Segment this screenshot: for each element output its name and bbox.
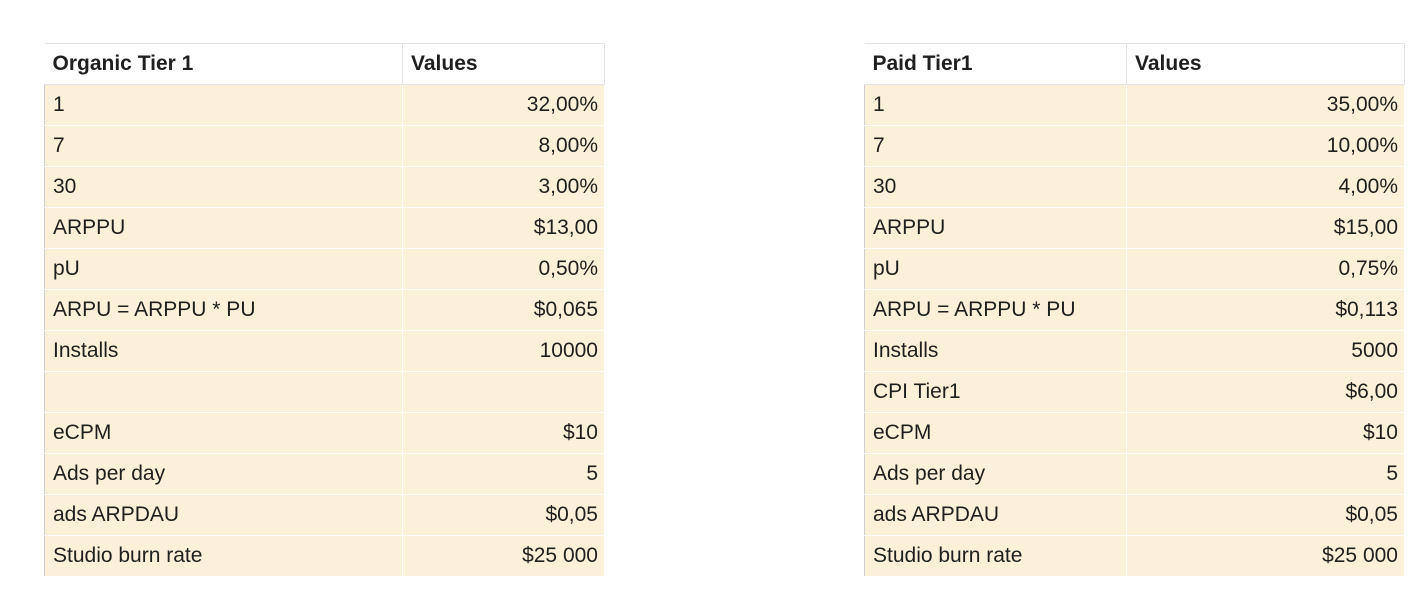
header-cell-label[interactable]: Paid Tier1 (864, 43, 1127, 85)
cell-label[interactable]: CPI Tier1 (864, 371, 1127, 413)
cell-label[interactable]: eCPM (864, 412, 1127, 454)
cell-label[interactable]: pU (864, 248, 1127, 290)
cell-value[interactable]: 0,75% (1126, 248, 1405, 290)
header-cell-values[interactable]: Values (1126, 43, 1405, 85)
table-row: ARPU = ARPPU * PU $0,113 (864, 289, 1405, 331)
cell-label[interactable]: 30 (44, 166, 403, 208)
cell-label[interactable] (44, 371, 403, 413)
cell-value[interactable]: $6,00 (1126, 371, 1405, 413)
cell-label[interactable]: Studio burn rate (44, 535, 403, 577)
table-row: pU 0,75% (864, 248, 1405, 290)
table-row: Installs 10000 (44, 330, 605, 372)
cell-label[interactable]: ARPPU (864, 207, 1127, 249)
table-row: Studio burn rate $25 000 (44, 535, 605, 577)
table-row: ads ARPDAU $0,05 (44, 494, 605, 536)
cell-label[interactable]: ads ARPDAU (864, 494, 1127, 536)
table-row: Ads per day 5 (44, 453, 605, 495)
cell-label[interactable]: 1 (44, 84, 403, 126)
cell-value[interactable]: 0,50% (402, 248, 605, 290)
table-header-row: Organic Tier 1 Values (44, 43, 605, 85)
cell-value[interactable] (402, 371, 605, 413)
cell-value[interactable]: $0,065 (402, 289, 605, 331)
table-row: 7 8,00% (44, 125, 605, 167)
cell-label[interactable]: 7 (44, 125, 403, 167)
cell-value[interactable]: 35,00% (1126, 84, 1405, 126)
table-row: ARPPU $15,00 (864, 207, 1405, 249)
cell-value[interactable]: $10 (402, 412, 605, 454)
cell-value[interactable]: $0,05 (402, 494, 605, 536)
cell-label[interactable]: Studio burn rate (864, 535, 1127, 577)
cell-value[interactable]: $15,00 (1126, 207, 1405, 249)
table-row: 7 10,00% (864, 125, 1405, 167)
table-row: 30 4,00% (864, 166, 1405, 208)
cell-label[interactable]: ads ARPDAU (44, 494, 403, 536)
cell-label[interactable]: pU (44, 248, 403, 290)
cell-label[interactable]: ARPU = ARPPU * PU (44, 289, 403, 331)
cell-value[interactable]: $0,113 (1126, 289, 1405, 331)
table-row: 1 32,00% (44, 84, 605, 126)
organic-tier-table: Organic Tier 1 Values 1 32,00% 7 8,00% 3… (44, 43, 605, 577)
cell-label[interactable]: Ads per day (864, 453, 1127, 495)
table-header-row: Paid Tier1 Values (864, 43, 1405, 85)
cell-value[interactable]: 4,00% (1126, 166, 1405, 208)
cell-label[interactable]: 1 (864, 84, 1127, 126)
table-row: eCPM $10 (44, 412, 605, 454)
cell-value[interactable]: $13,00 (402, 207, 605, 249)
table-row: Studio burn rate $25 000 (864, 535, 1405, 577)
cell-value[interactable]: 5 (402, 453, 605, 495)
cell-value[interactable]: 8,00% (402, 125, 605, 167)
cell-value[interactable]: 32,00% (402, 84, 605, 126)
table-row: pU 0,50% (44, 248, 605, 290)
table-row: ARPPU $13,00 (44, 207, 605, 249)
cell-value[interactable]: 5 (1126, 453, 1405, 495)
header-cell-label[interactable]: Organic Tier 1 (44, 43, 403, 85)
cell-value[interactable]: 10000 (402, 330, 605, 372)
cell-value[interactable]: $25 000 (1126, 535, 1405, 577)
paid-tier-table: Paid Tier1 Values 1 35,00% 7 10,00% 30 4… (864, 43, 1405, 577)
cell-label[interactable]: eCPM (44, 412, 403, 454)
table-row: ads ARPDAU $0,05 (864, 494, 1405, 536)
cell-value[interactable]: 10,00% (1126, 125, 1405, 167)
cell-value[interactable]: $10 (1126, 412, 1405, 454)
table-row: 1 35,00% (864, 84, 1405, 126)
cell-label[interactable]: Installs (864, 330, 1127, 372)
cell-value[interactable]: $25 000 (402, 535, 605, 577)
cell-label[interactable]: ARPU = ARPPU * PU (864, 289, 1127, 331)
cell-value[interactable]: 3,00% (402, 166, 605, 208)
table-row: eCPM $10 (864, 412, 1405, 454)
cell-value[interactable]: $0,05 (1126, 494, 1405, 536)
cell-label[interactable]: 7 (864, 125, 1127, 167)
table-row: Installs 5000 (864, 330, 1405, 372)
table-row: CPI Tier1 $6,00 (864, 371, 1405, 413)
cell-label[interactable]: ARPPU (44, 207, 403, 249)
table-row: Ads per day 5 (864, 453, 1405, 495)
cell-label[interactable]: Installs (44, 330, 403, 372)
cell-value[interactable]: 5000 (1126, 330, 1405, 372)
header-cell-values[interactable]: Values (402, 43, 605, 85)
table-row-empty (44, 371, 605, 413)
table-row: 30 3,00% (44, 166, 605, 208)
cell-label[interactable]: 30 (864, 166, 1127, 208)
cell-label[interactable]: Ads per day (44, 453, 403, 495)
table-row: ARPU = ARPPU * PU $0,065 (44, 289, 605, 331)
